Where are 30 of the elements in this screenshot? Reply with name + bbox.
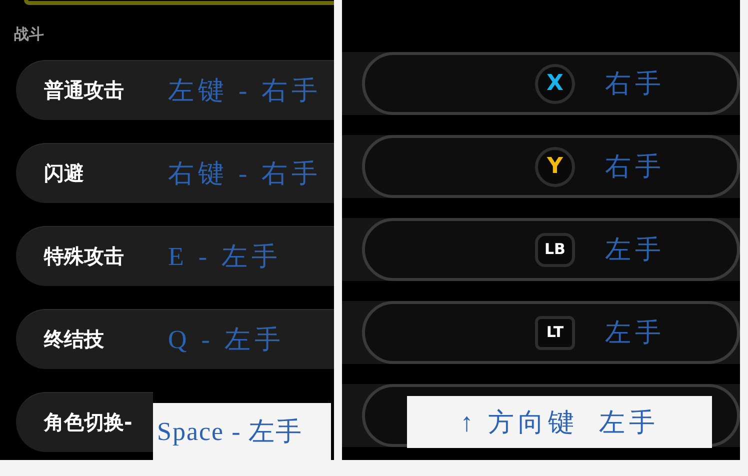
controller-button-icon: LT bbox=[535, 316, 575, 350]
annotation: 右手 bbox=[605, 68, 665, 100]
setting-label: 特殊攻击 bbox=[44, 243, 125, 270]
annotation: ↑ 方向键 左手 bbox=[407, 396, 712, 448]
annotation: E - 左手 bbox=[168, 240, 282, 272]
setting-label: 角色切换- bbox=[44, 409, 134, 436]
setting-row[interactable]: 终结技 Q - 左手 bbox=[16, 308, 334, 368]
annotation: 右键 - 右手 bbox=[168, 158, 322, 190]
annotation: Space - 左手 bbox=[153, 402, 331, 460]
setting-row[interactable]: LT 左手 bbox=[362, 301, 740, 364]
setting-row[interactable]: 普通攻击 左键 - 右手 bbox=[16, 60, 334, 120]
annotation: 左键 - 右手 bbox=[168, 74, 322, 106]
setting-label: 终结技 bbox=[44, 326, 105, 353]
section-title: 战斗 bbox=[14, 24, 45, 45]
annotation: 左手 bbox=[605, 317, 665, 349]
setting-label: 普通攻击 bbox=[44, 77, 125, 104]
setting-row[interactable]: X 右手 bbox=[362, 52, 740, 115]
setting-row[interactable]: ↑ 方向键 左手 bbox=[362, 384, 740, 447]
setting-row[interactable]: 角色切换- bbox=[16, 392, 153, 452]
controller-button-icon: X bbox=[535, 64, 575, 104]
controller-button-icon: LB bbox=[535, 232, 575, 266]
controller-button-icon: Y bbox=[535, 146, 575, 186]
setting-row[interactable]: 特殊攻击 E - 左手 bbox=[16, 226, 334, 286]
setting-row[interactable]: 闪避 右键 - 右手 bbox=[16, 142, 334, 202]
annotation: Q - 左手 bbox=[168, 324, 284, 356]
setting-label: 闪避 bbox=[44, 160, 85, 187]
annotation: 右手 bbox=[605, 151, 665, 183]
annotation: 左手 bbox=[605, 234, 665, 266]
setting-row[interactable]: LB 左手 bbox=[362, 218, 740, 281]
setting-row[interactable]: Y 右手 bbox=[362, 135, 740, 198]
